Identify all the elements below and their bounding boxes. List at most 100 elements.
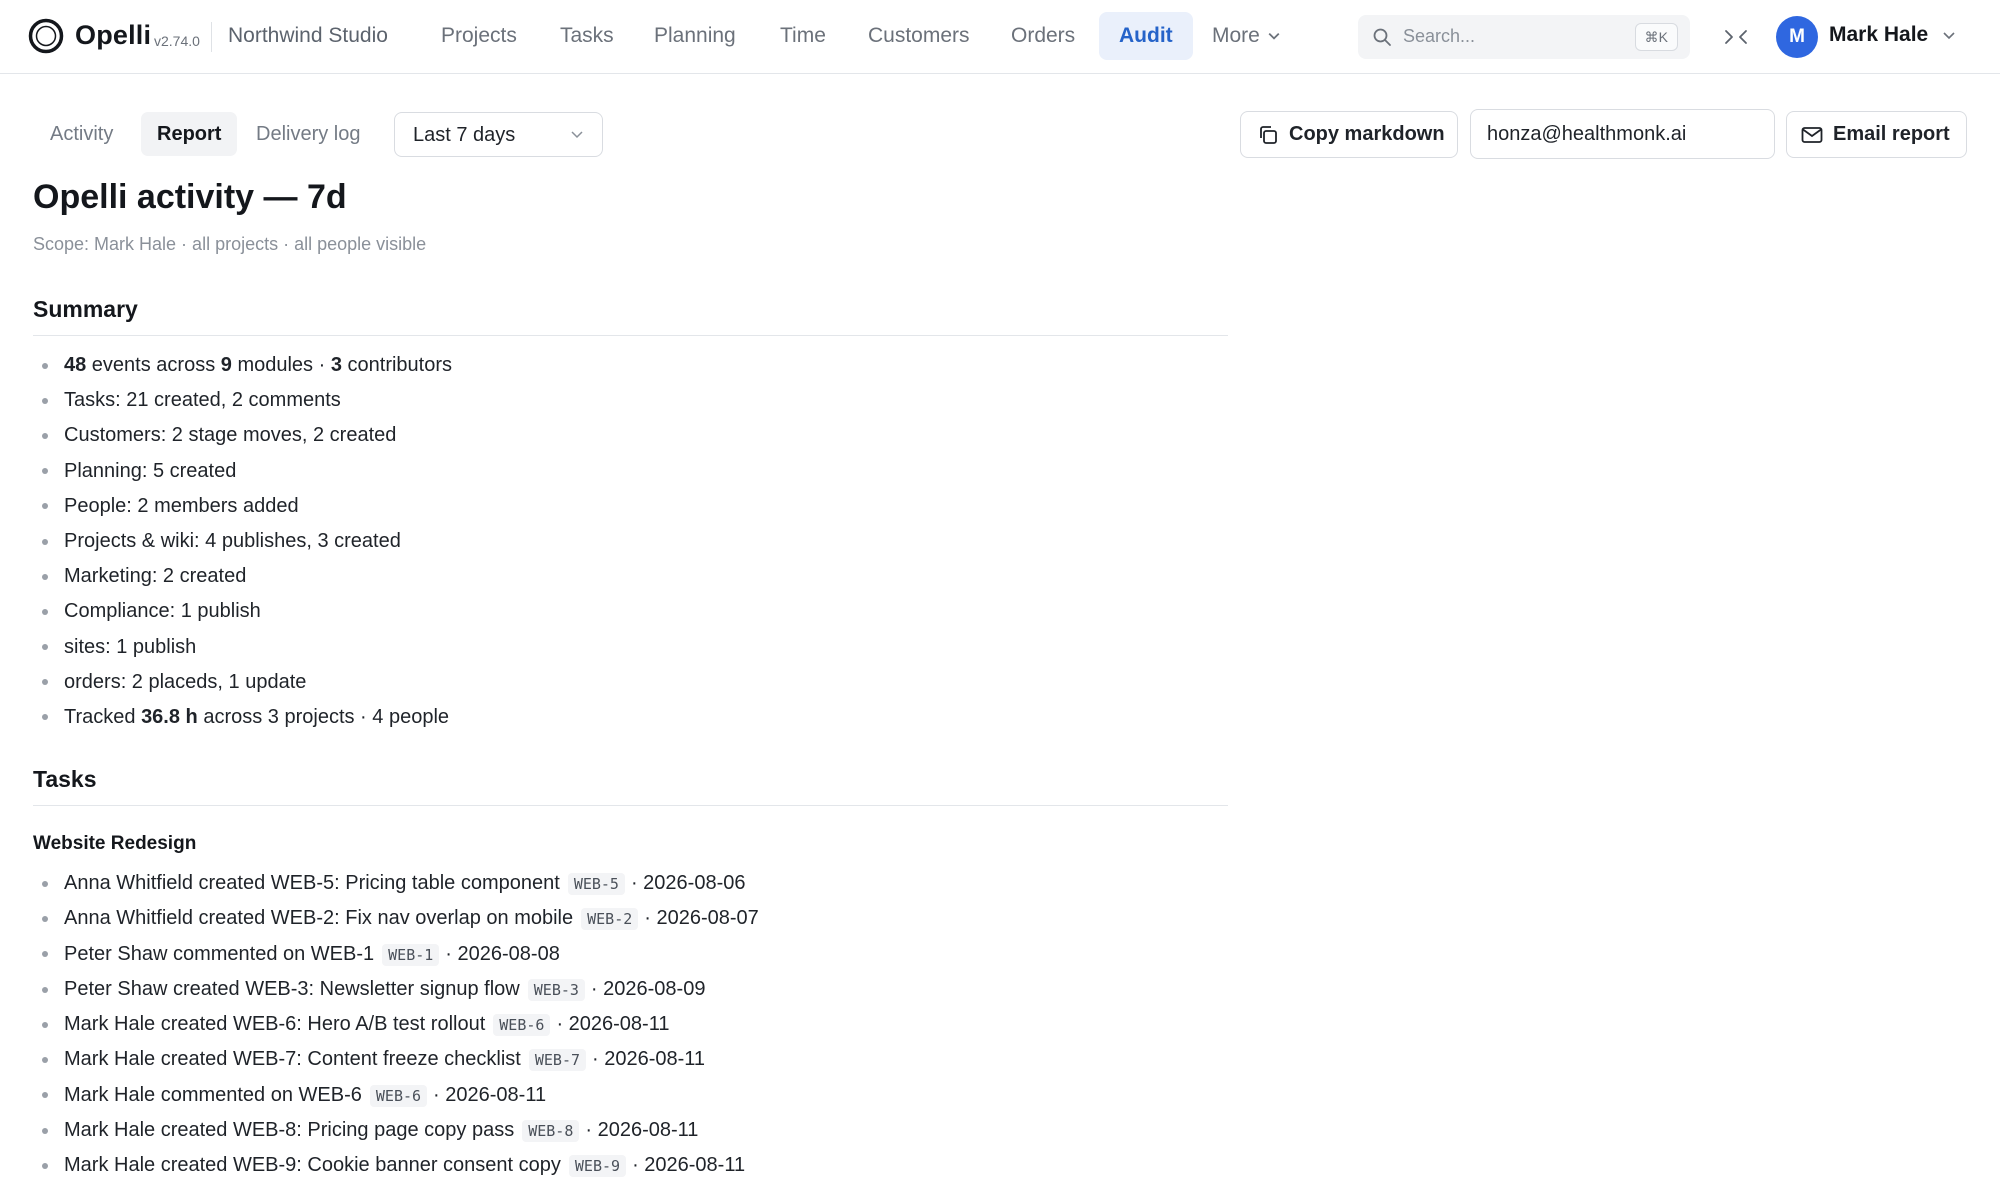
email-report-label: Email report <box>1833 123 1950 145</box>
summary-item: People: 2 members added <box>33 489 452 524</box>
brand-divider <box>211 22 212 52</box>
tab-report[interactable]: Report <box>141 112 238 156</box>
summary-list: 48 events across 9 modules · 3 contribut… <box>33 348 452 735</box>
summary-item: Planning: 5 created <box>33 454 452 489</box>
task-activity-text: Anna Whitfield created WEB-5: Pricing ta… <box>64 872 560 894</box>
task-key-badge[interactable]: WEB-8 <box>522 1120 580 1143</box>
nav-more[interactable]: More <box>1192 12 1300 60</box>
task-activity-date: · 2026-08-11 <box>585 1119 699 1142</box>
collapse-icon[interactable] <box>1723 25 1749 49</box>
task-key-badge[interactable]: WEB-6 <box>369 1084 428 1107</box>
task-activity-text: Peter Shaw commented on WEB-1 <box>64 942 375 965</box>
events-count: 48 <box>64 354 87 376</box>
nav-customers[interactable]: Customers <box>848 12 990 60</box>
summary-item: Tracked 36.8 h across 3 projects · 4 peo… <box>33 700 452 735</box>
nav-tasks[interactable]: Tasks <box>540 12 634 60</box>
task-activity-date: · 2026-08-11 <box>592 1048 706 1071</box>
task-activity-item: Mark Hale created WEB-9: Cookie banner c… <box>33 1148 759 1183</box>
summary-heading: Summary <box>33 296 138 322</box>
task-activity-item: Mark Hale commented on WEB-6 WEB-6 · 2026-… <box>33 1078 759 1113</box>
chevron-down-icon <box>571 131 583 139</box>
summary-text: contributors <box>341 354 453 376</box>
search-shortcut-badge: ⌘K <box>1634 23 1678 51</box>
task-activity-date: · 2026-08-06 <box>630 872 746 894</box>
summary-item: Marketing: 2 created <box>33 559 452 594</box>
summary-item: 48 events across 9 modules · 3 contribut… <box>33 348 452 383</box>
task-activity-date: · 2026-08-07 <box>644 907 759 930</box>
task-activity-date: · 2026-08-11 <box>433 1083 547 1106</box>
email-report-button[interactable]: Email report <box>1786 111 1967 158</box>
task-activity-text: Mark Hale created WEB-6: Hero A/B test r… <box>64 1013 486 1036</box>
task-activity-item: Mark Hale created WEB-6: Hero A/B test r… <box>33 1007 759 1042</box>
summary-item: Tasks: 21 created, 2 comments <box>33 383 452 418</box>
task-key-badge[interactable]: WEB-5 <box>567 873 625 895</box>
summary-divider <box>33 335 1228 336</box>
report-scope: Scope: Mark Hale · all projects · all pe… <box>33 234 427 254</box>
task-activity-item: Peter Shaw created WEB-3: Newsletter sig… <box>33 972 759 1007</box>
date-range-select[interactable]: Last 7 days <box>394 112 603 157</box>
task-key-badge[interactable]: WEB-1 <box>382 943 440 966</box>
summary-item: Compliance: 1 publish <box>33 594 452 629</box>
mail-icon <box>1801 126 1823 143</box>
summary-item: Customers: 2 stage moves, 2 created <box>33 418 452 453</box>
nav-orders[interactable]: Orders <box>991 12 1095 60</box>
summary-item: Projects & wiki: 4 publishes, 3 created <box>33 524 452 559</box>
tracked-hours: 36.8 h <box>141 705 198 728</box>
user-name[interactable]: Mark Hale <box>1829 23 1928 47</box>
project-heading: Website Redesign <box>33 833 197 854</box>
nav-label: Tasks <box>560 24 614 47</box>
report-title: Opelli activity — 7d <box>33 178 347 216</box>
nav-time[interactable]: Time <box>760 12 846 60</box>
task-activity-text: Mark Hale commented on WEB-6 <box>64 1083 362 1106</box>
app-version: v2.74.0 <box>154 33 200 49</box>
user-avatar[interactable]: M <box>1776 16 1818 58</box>
search-icon <box>1373 28 1391 46</box>
date-range-value: Last 7 days <box>413 124 516 146</box>
nav-audit[interactable]: Audit <box>1099 12 1193 60</box>
task-key-badge[interactable]: WEB-9 <box>568 1155 627 1178</box>
task-activity-list: Anna Whitfield created WEB-5: Pricing ta… <box>33 866 759 1184</box>
opelli-logo-icon[interactable] <box>28 18 64 54</box>
task-activity-date: · 2026-08-08 <box>445 942 560 965</box>
nav-planning[interactable]: Planning <box>634 12 756 60</box>
contributors-count: 3 <box>330 354 342 376</box>
chevron-down-icon[interactable] <box>1942 31 1956 41</box>
nav-label: Projects <box>441 24 517 47</box>
tab-delivery-log[interactable]: Delivery log <box>240 112 376 156</box>
global-search[interactable]: Search... ⌘K <box>1358 15 1690 59</box>
brand-name[interactable]: Opelli <box>75 20 151 51</box>
copy-icon <box>1260 125 1277 144</box>
nav-label: Orders <box>1011 24 1076 47</box>
nav-projects[interactable]: Projects <box>421 12 537 60</box>
tab-label: Report <box>157 122 222 145</box>
nav-label: Time <box>780 24 826 47</box>
task-activity-text: Mark Hale created WEB-8: Pricing page co… <box>64 1119 515 1142</box>
tasks-heading: Tasks <box>33 766 97 792</box>
tab-label: Activity <box>50 122 114 145</box>
search-placeholder[interactable]: Search... <box>1403 26 1475 47</box>
nav-label: More <box>1212 24 1260 47</box>
task-activity-item: Mark Hale created WEB-8: Pricing page co… <box>33 1113 759 1148</box>
task-activity-item: Mark Hale created WEB-7: Content freeze … <box>33 1042 759 1077</box>
task-activity-item: Anna Whitfield created WEB-5: Pricing ta… <box>33 866 759 901</box>
modules-count: 9 <box>220 354 232 376</box>
task-key-badge[interactable]: WEB-2 <box>581 908 639 931</box>
task-key-badge[interactable]: WEB-6 <box>493 1014 551 1037</box>
tasks-divider <box>33 805 1228 806</box>
task-activity-text: Mark Hale created WEB-7: Content freeze … <box>64 1048 521 1071</box>
summary-text: Tracked <box>64 705 142 728</box>
summary-item: orders: 2 placeds, 1 update <box>33 665 452 700</box>
copy-markdown-button[interactable]: Copy markdown <box>1240 111 1458 158</box>
top-nav-bar: Opelli v2.74.0 Northwind Studio Projects… <box>0 0 2000 74</box>
task-key-badge[interactable]: WEB-7 <box>528 1049 587 1072</box>
task-activity-date: · 2026-08-11 <box>632 1154 746 1177</box>
tab-activity[interactable]: Activity <box>34 112 129 156</box>
workspace-name[interactable]: Northwind Studio <box>228 24 388 48</box>
task-key-badge[interactable]: WEB-3 <box>527 978 585 1001</box>
summary-text: across 3 projects · 4 people <box>197 705 450 728</box>
email-recipient-input[interactable] <box>1470 109 1775 159</box>
nav-label: Audit <box>1119 24 1173 47</box>
task-activity-date: · 2026-08-09 <box>590 977 706 1000</box>
task-activity-text: Mark Hale created WEB-9: Cookie banner c… <box>64 1154 561 1177</box>
task-activity-text: Anna Whitfield created WEB-2: Fix nav ov… <box>64 907 574 930</box>
